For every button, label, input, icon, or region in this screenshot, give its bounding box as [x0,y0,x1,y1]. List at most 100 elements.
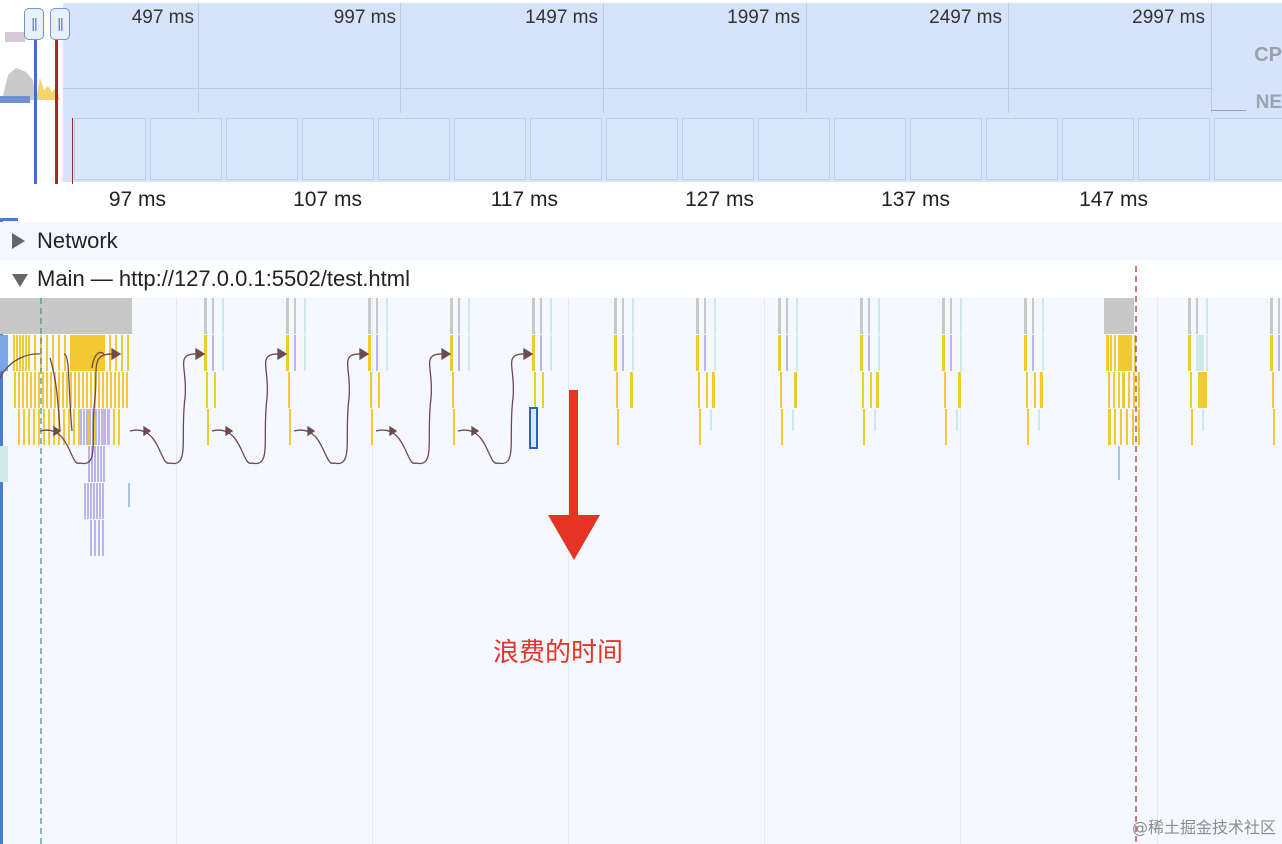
flame-event[interactable] [1272,372,1274,408]
flame-event[interactable] [614,335,617,371]
flame-event[interactable] [450,335,453,371]
flame-event[interactable] [1108,372,1110,408]
flame-event[interactable] [103,446,105,482]
flame-event[interactable] [204,335,207,371]
flame-event[interactable] [617,409,619,445]
flame-event[interactable] [878,298,880,334]
flame-event[interactable] [1024,335,1027,371]
flame-event[interactable] [945,409,947,445]
flame-event[interactable] [83,409,85,445]
flame-event[interactable] [110,372,112,408]
task-block[interactable] [458,298,460,334]
flame-event[interactable] [214,372,216,408]
task-block[interactable] [286,298,289,334]
flame-event[interactable] [118,372,120,408]
flame-event[interactable] [696,335,699,371]
flame-event[interactable] [207,409,209,445]
flame-event[interactable] [0,335,8,371]
flame-event[interactable] [1113,372,1115,408]
flame-event[interactable] [74,372,76,408]
flame-event[interactable] [38,372,40,408]
flame-event[interactable] [126,372,128,408]
flame-event[interactable] [868,335,870,371]
task-block[interactable] [786,298,788,334]
flame-event[interactable] [1202,409,1204,431]
flame-event[interactable] [632,298,634,334]
flame-event[interactable] [102,520,104,556]
main-thread-flame-chart[interactable] [0,266,1282,844]
task-block[interactable] [450,298,453,334]
flame-event[interactable] [1138,409,1140,445]
expand-triangle-icon[interactable] [12,233,25,249]
flame-event[interactable] [958,372,961,408]
flame-event[interactable] [714,298,716,334]
flame-event[interactable] [453,409,455,445]
flame-event[interactable] [109,335,111,371]
flame-event[interactable] [942,335,945,371]
task-block[interactable] [778,298,781,334]
task-block[interactable] [1188,298,1191,334]
flame-event[interactable] [386,335,388,371]
flame-event[interactable] [630,372,633,408]
flame-event[interactable] [458,335,460,371]
task-block[interactable] [368,298,371,334]
flame-event[interactable] [1042,298,1044,334]
flame-event[interactable] [106,372,108,408]
task-block[interactable] [704,298,706,334]
flame-event[interactable] [1026,372,1028,408]
flame-event[interactable] [1206,298,1208,334]
flame-event[interactable] [121,335,123,371]
flame-event[interactable] [66,372,68,408]
flame-event[interactable] [1191,409,1193,445]
flame-event[interactable] [876,372,879,408]
flame-event[interactable] [38,409,40,445]
flame-event[interactable] [1032,335,1034,371]
flame-event[interactable] [304,298,306,334]
flame-event[interactable] [714,335,716,371]
flame-event[interactable] [1273,409,1275,445]
range-start-handle[interactable]: || [24,8,44,40]
flame-event[interactable] [101,409,103,445]
flame-event[interactable] [87,483,89,519]
flame-event[interactable] [34,372,36,408]
flame-event[interactable] [860,335,863,371]
task-block[interactable] [868,298,870,334]
flame-event[interactable] [1114,335,1116,371]
flame-event[interactable] [90,520,92,556]
task-block[interactable] [540,298,542,334]
flame-event[interactable] [616,372,618,408]
timeline-overview[interactable]: 497 ms 997 ms 1497 ms 1997 ms 2497 ms 29… [0,0,1282,184]
flame-event[interactable] [22,372,24,408]
flame-event[interactable] [30,372,32,408]
flame-event[interactable] [371,409,373,445]
flame-event[interactable] [1120,409,1122,445]
task-block[interactable] [0,298,132,334]
flame-event[interactable] [46,335,48,371]
network-track-header[interactable]: Network [0,222,1282,260]
flame-event[interactable] [222,298,224,334]
flame-event[interactable] [78,409,80,445]
flame-event[interactable] [206,372,208,408]
flame-event[interactable] [98,520,100,556]
flame-event[interactable] [468,335,470,371]
task-block[interactable] [204,298,207,334]
flame-event[interactable] [1278,335,1280,371]
task-block[interactable] [1024,298,1027,334]
flame-event[interactable] [34,335,36,371]
flame-event[interactable] [212,335,214,371]
flame-event[interactable] [13,335,15,371]
flame-event[interactable] [468,298,470,334]
flame-event[interactable] [48,409,50,445]
flame-event[interactable] [90,372,92,408]
flame-event[interactable] [370,372,372,408]
flame-event[interactable] [43,409,45,445]
flame-event[interactable] [550,298,552,334]
flame-event[interactable] [1133,372,1135,408]
flame-event[interactable] [90,483,92,519]
flame-event[interactable] [122,372,124,408]
task-block[interactable] [294,298,296,334]
flame-event[interactable] [1128,372,1130,408]
flame-event[interactable] [1123,372,1125,408]
screenshot-thumbnail[interactable] [682,118,754,180]
flame-event[interactable] [1188,335,1191,371]
